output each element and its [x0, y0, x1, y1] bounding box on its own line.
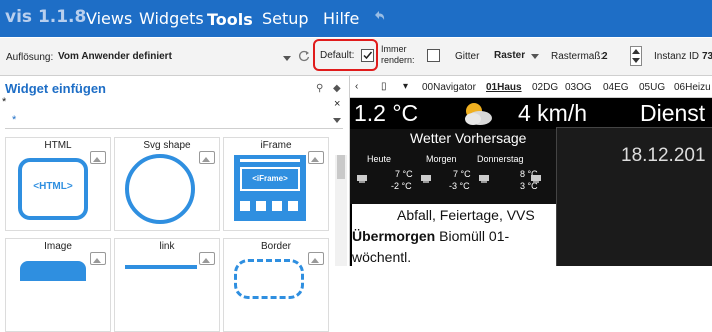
- widget-filter-select[interactable]: *: [5, 112, 343, 129]
- resolution-select[interactable]: Vom Anwender definiert: [58, 51, 172, 62]
- image-icon: [308, 252, 324, 265]
- waste-title: Abfall, Feiertage, VVS: [397, 207, 535, 223]
- waste-entry-day: Übermorgen: [352, 228, 436, 244]
- clipboard-icon[interactable]: ▯: [381, 81, 387, 92]
- border-preview-icon: [234, 259, 304, 299]
- widget-panel-title: Widget einfügen: [5, 81, 106, 96]
- chevron-down-icon[interactable]: [333, 118, 341, 123]
- tab-05ug[interactable]: 05UG: [639, 82, 665, 93]
- forecast-day-2: Morgen: [426, 154, 457, 164]
- waste-entry-text: Biomüll 01-: [435, 228, 510, 244]
- app-logo: vis 1.1.8: [5, 7, 87, 27]
- menu-bar: vis 1.1.8 Views Widgets Tools Setup Hilf…: [0, 0, 712, 37]
- tile-label: iFrame: [260, 140, 292, 151]
- grid-size-stepper[interactable]: [630, 46, 642, 66]
- date-value: 18.12.201: [621, 145, 706, 166]
- menu-setup[interactable]: Setup: [262, 9, 309, 28]
- forecast-title: Wetter Vorhersage: [410, 130, 527, 146]
- menu-tools[interactable]: Tools: [207, 10, 253, 29]
- iframe-preview-text: <iFrame>: [240, 167, 300, 191]
- widget-tile-border[interactable]: Border: [223, 238, 329, 332]
- widget-panel: Widget einfügen ⚲ ◆ * × * HTML <HTML> Sv…: [0, 76, 350, 332]
- image-icon: [308, 151, 324, 164]
- close-icon[interactable]: ×: [334, 98, 340, 110]
- weather-forecast-widget: Wetter Vorhersage Heute Morgen Donnersta…: [350, 129, 556, 204]
- widget-panel-scrollbar[interactable]: [335, 155, 347, 266]
- menu-views[interactable]: Views: [86, 9, 132, 28]
- menu-hilfe[interactable]: Hilfe: [323, 9, 359, 28]
- grid-label: Gitter: [455, 51, 480, 62]
- undo-icon[interactable]: [372, 9, 386, 23]
- tag-icon[interactable]: ◆: [333, 83, 341, 94]
- chevron-down-icon[interactable]: ▾: [403, 81, 408, 92]
- iframe-preview-icon: <iFrame>: [234, 155, 306, 221]
- scrollbar-thumb[interactable]: [337, 155, 345, 179]
- forecast-weather-icon: [421, 175, 431, 183]
- image-icon: [90, 252, 106, 265]
- tile-label: link: [159, 241, 175, 252]
- search-icon[interactable]: ⚲: [316, 83, 323, 94]
- tile-label: Border: [260, 241, 291, 252]
- image-icon: [90, 151, 106, 164]
- always-render-checkbox[interactable]: [427, 49, 440, 62]
- view-tabs: ‹ ▯ ▾ 00Navigator 01Haus 02DG 03OG 04EG …: [350, 77, 712, 98]
- menu-widgets[interactable]: Widgets: [139, 9, 204, 28]
- weekday: Dienst: [640, 100, 706, 126]
- tile-label: Svg shape: [143, 140, 191, 151]
- instance-value: 73: [702, 51, 712, 62]
- forecast-low-1: -2 °C: [391, 181, 412, 191]
- default-highlight: [313, 39, 378, 71]
- always-render-label-line1: Immer: [381, 44, 407, 54]
- wind-speed: 4 km/h: [518, 100, 588, 126]
- waste-calendar-widget: Abfall, Feiertage, VVS Übermorgen Biomül…: [352, 204, 556, 266]
- grid-size-input[interactable]: 2: [602, 51, 608, 62]
- forecast-day-3: Donnerstag: [477, 154, 524, 164]
- forecast-high-1: 7 °C: [395, 169, 413, 179]
- tab-04eg[interactable]: 04EG: [603, 82, 629, 93]
- grid-size-label: Rastermaß:: [551, 51, 604, 62]
- resolution-dropdown-icon[interactable]: [283, 56, 291, 61]
- widget-tile-svg-shape[interactable]: Svg shape: [114, 137, 220, 231]
- tab-01haus[interactable]: 01Haus: [486, 82, 522, 93]
- forecast-day-1: Heute: [367, 154, 392, 164]
- cloudy-weather-icon: [465, 103, 492, 125]
- view-canvas: 1.2 °C 4 km/h Dienst Wetter Vorhersage H…: [350, 98, 712, 266]
- tile-label: Image: [44, 241, 72, 252]
- forecast-high-2: 7 °C: [453, 169, 471, 179]
- filter-star: *: [2, 96, 7, 108]
- image-preview-icon: [20, 261, 86, 281]
- tab-06heizu[interactable]: 06Heizu: [674, 82, 711, 93]
- tab-03og[interactable]: 03OG: [565, 82, 592, 93]
- grid-select[interactable]: Raster: [494, 50, 525, 61]
- widget-tile-iframe[interactable]: iFrame <iFrame>: [223, 137, 329, 231]
- html-preview-text: <HTML>: [33, 181, 73, 192]
- resolution-label: Auflösung:: [6, 52, 54, 63]
- circle-shape-icon: [125, 154, 195, 224]
- date-widget: 18.12.201: [556, 127, 712, 266]
- forecast-weather-icon: [531, 175, 541, 183]
- refresh-icon[interactable]: [298, 50, 310, 62]
- grid-dropdown-icon[interactable]: [531, 54, 539, 59]
- waste-entry-text-2: wöchentl.: [352, 249, 412, 265]
- widget-tile-image[interactable]: Image: [5, 238, 111, 332]
- tab-00navigator[interactable]: 00Navigator: [422, 82, 476, 93]
- temperature-value: 1.2 °C: [354, 100, 419, 126]
- tile-label: HTML: [44, 140, 72, 151]
- instance-label: Instanz ID: [654, 51, 700, 62]
- image-icon: [199, 252, 215, 265]
- image-icon: [199, 151, 215, 164]
- forecast-low-2: -3 °C: [449, 181, 470, 191]
- html-preview-icon: <HTML>: [18, 158, 88, 220]
- always-render-label-line2: rendern:: [381, 55, 415, 65]
- widget-filter-value: *: [12, 114, 17, 126]
- tab-02dg[interactable]: 02DG: [532, 82, 558, 93]
- chevron-left-icon[interactable]: ‹: [355, 81, 358, 92]
- widget-tile-link[interactable]: link: [114, 238, 220, 332]
- widget-tile-html[interactable]: HTML <HTML>: [5, 137, 111, 231]
- waste-entry: Übermorgen Biomüll 01-: [352, 228, 509, 244]
- forecast-weather-icon: [357, 175, 367, 183]
- forecast-weather-icon: [479, 175, 489, 183]
